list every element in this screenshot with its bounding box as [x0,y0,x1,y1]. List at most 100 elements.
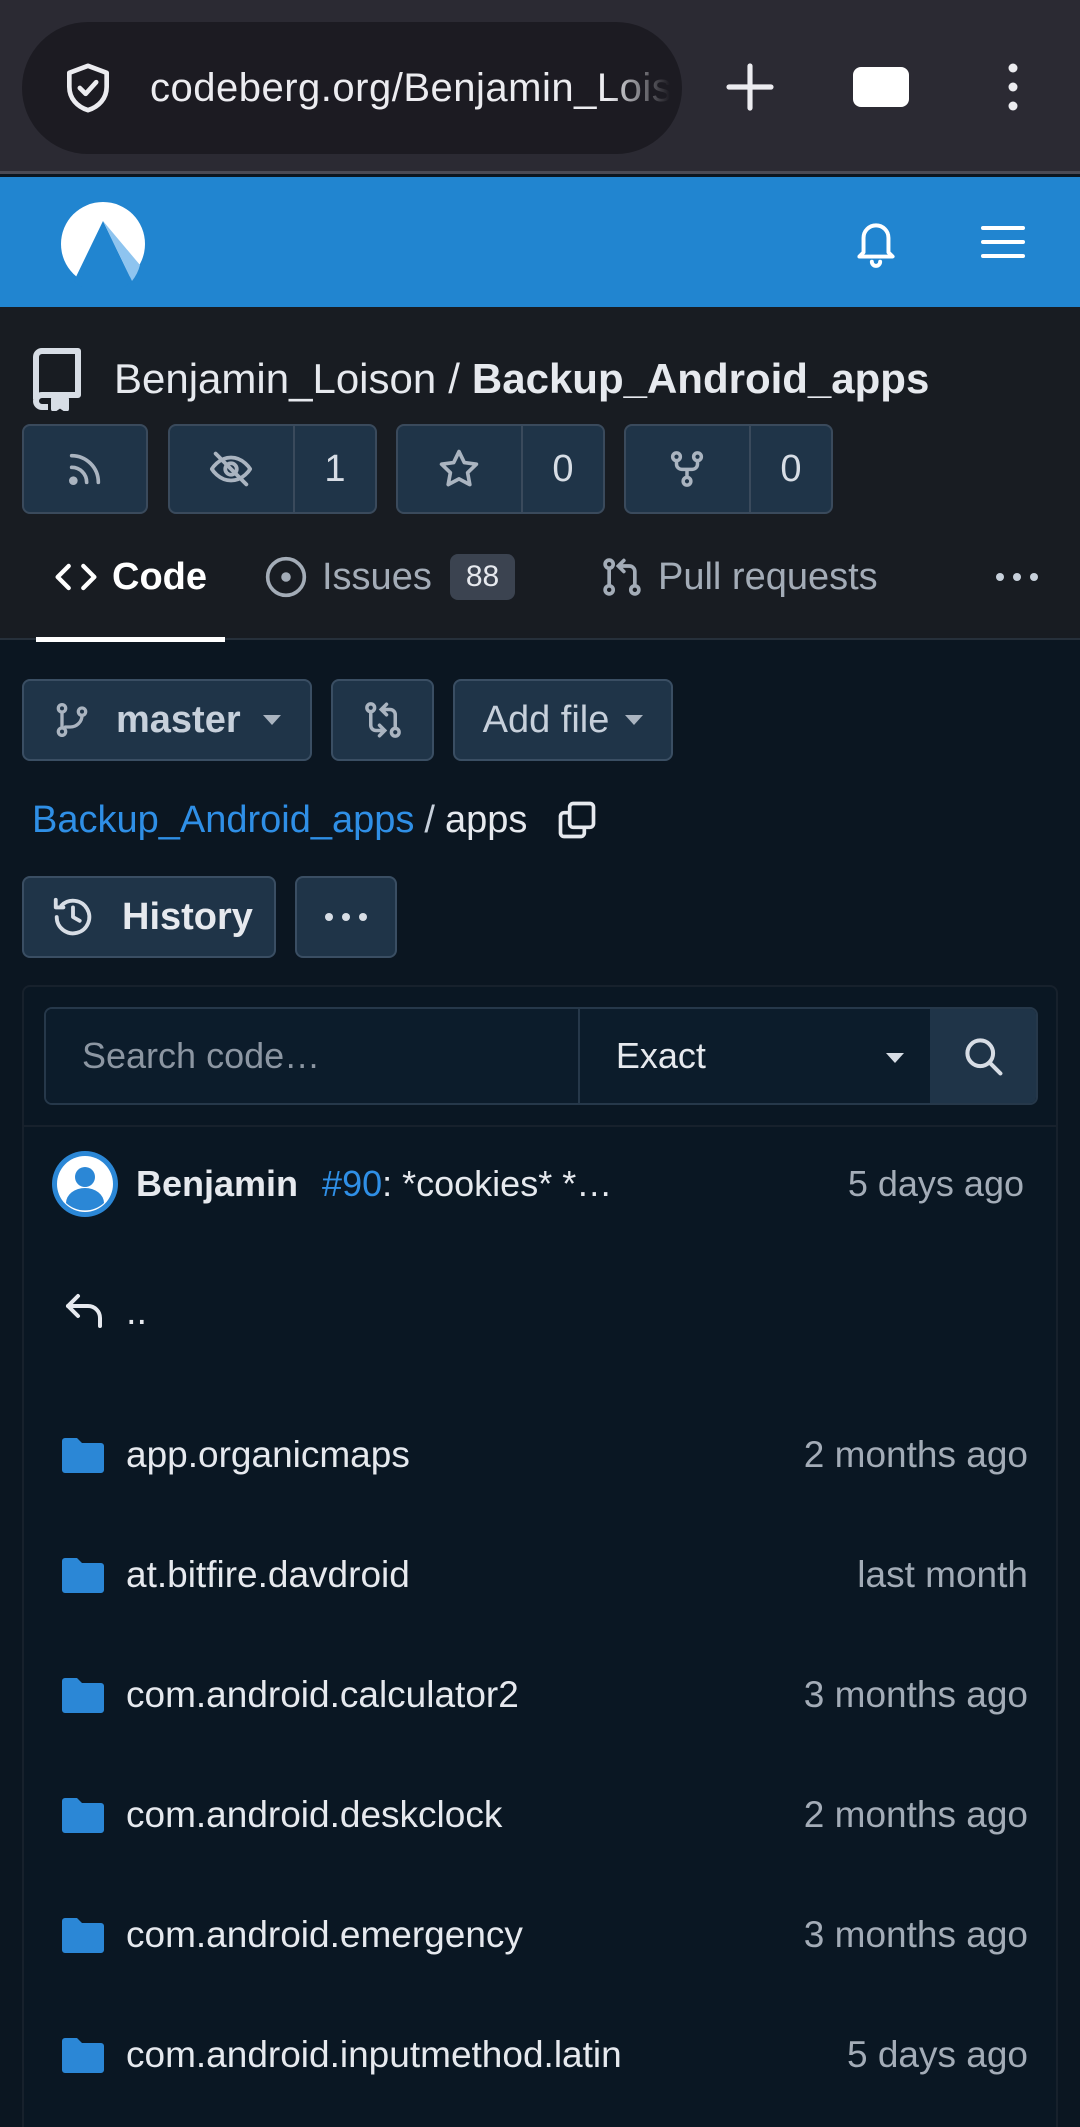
file-time: 2 months ago [803,1434,1028,1475]
file-time: last month [857,1554,1028,1595]
add-file-button[interactable]: Add file [453,679,673,761]
code-search: Exact [44,1007,1038,1105]
repo-name-link[interactable]: Backup_Android_apps [472,355,929,403]
file-row[interactable]: app.organicmaps 2 months ago [60,1420,1028,1490]
branch-icon [56,702,88,737]
fork-icon [671,451,704,487]
file-row[interactable]: com.android.emergency 3 months ago [60,1900,1028,1970]
file-list-panel: Exact Benjamin #90 : *cookies* *… 5 days… [22,985,1058,2127]
file-row[interactable]: com.android.deskclock 2 months ago [60,1780,1028,1850]
tab-pull-requests[interactable]: Pull requests [600,514,878,640]
issue-icon [265,556,307,598]
file-time: 2 months ago [803,1794,1028,1835]
file-name[interactable]: com.android.inputmethod.latin [126,2034,622,2076]
eye-off-icon [210,451,253,487]
rss-feed-button[interactable] [22,424,148,514]
kebab-icon [1008,63,1018,111]
repo-separator: / [448,355,460,402]
url-bar[interactable]: codeberg.org/Benjamin_Loison/Backup_Andr… [22,22,682,154]
file-name[interactable]: com.android.deskclock [126,1794,502,1836]
search-mode-value: Exact [615,1035,706,1076]
folder-icon [62,1678,104,1713]
chevron-down-icon [886,1053,905,1063]
reply-icon [66,1294,102,1328]
tab-code-label: Code [112,555,207,598]
repo-owner-link[interactable]: Benjamin_Loison [114,355,436,403]
breadcrumb-current: apps [444,798,528,841]
more-icon [325,913,367,921]
fork-button[interactable] [626,426,749,512]
stars-count[interactable]: 0 [520,426,603,512]
add-file-label: Add file [482,698,610,741]
search-mode-select[interactable]: Exact [577,1009,931,1103]
codeberg-logo[interactable] [60,201,146,287]
rss-cell [24,426,146,512]
file-time: 3 months ago [803,1914,1028,1955]
pull-request-icon [603,558,641,596]
file-row[interactable]: com.android.inputmethod.latin 5 days ago [60,2020,1028,2090]
history-label: History [122,895,253,938]
forks-count[interactable]: 0 [748,426,831,512]
parent-directory-label: .. [126,1290,148,1333]
tab-code[interactable]: Code [36,514,225,642]
folder-icon [62,1798,104,1833]
star-button[interactable] [398,426,521,512]
commit-ref-link[interactable]: #90 [322,1163,382,1205]
main-menu-button[interactable] [968,207,1038,277]
folder-icon [62,2038,104,2073]
latest-commit: Benjamin #90 : *cookies* *… 5 days ago [52,1149,1024,1219]
tabs-more-button[interactable] [994,514,1040,640]
hamburger-icon [981,226,1025,258]
tab-issues-label: Issues [322,555,432,598]
more-actions-button[interactable] [295,876,397,958]
tabs-button[interactable] [841,47,921,127]
history-button[interactable]: History [22,876,276,958]
parent-directory-link[interactable]: .. [60,1277,147,1347]
url-text[interactable]: codeberg.org/Benjamin_Loison/Backup_Andr… [150,66,670,111]
watch-group: 1 [168,424,377,514]
copy-icon[interactable] [555,798,599,842]
file-time: 3 months ago [803,1674,1028,1715]
history-icon [53,897,92,936]
repo-tabs: Code Issues 88 Pull requests [0,514,1080,642]
breadcrumb: Backup_Android_apps / apps [32,790,599,850]
chevron-down-icon [625,715,644,725]
fork-group: 0 [624,424,833,514]
commit-time: 5 days ago [847,1163,1024,1204]
search-icon [965,1038,1003,1076]
plus-icon [726,63,774,111]
tab-issues[interactable]: Issues 88 [264,514,516,640]
commit-message[interactable]: : *cookies* *… [382,1163,612,1205]
folder-icon [62,1918,104,1953]
file-row[interactable]: at.bitfire.davdroid last month [60,1540,1028,1610]
star-group: 0 [396,424,605,514]
watch-button[interactable] [170,426,293,512]
browser-menu-button[interactable] [973,47,1053,127]
site-header [0,177,1080,307]
branch-name: master [116,698,241,741]
search-button[interactable] [930,1009,1036,1103]
breadcrumb-root-link[interactable]: Backup_Android_apps [32,799,414,842]
tabs-icon [853,67,909,107]
new-tab-button[interactable] [710,47,790,127]
file-row[interactable]: com.android.calculator2 3 months ago [60,1660,1028,1730]
shield-icon[interactable] [60,60,116,116]
watchers-count[interactable]: 1 [292,426,375,512]
notifications-button[interactable] [841,207,911,277]
repo-icon [33,348,81,411]
divider [24,1125,1056,1127]
file-name[interactable]: app.organicmaps [126,1434,410,1476]
commit-author[interactable]: Benjamin [136,1163,298,1205]
file-name[interactable]: com.android.calculator2 [126,1674,519,1716]
branch-selector[interactable]: master [22,679,312,761]
repo-title: Benjamin_Loison / Backup_Android_apps [28,339,929,419]
avatar[interactable] [52,1151,118,1217]
breadcrumb-separator: / [424,798,435,841]
file-name[interactable]: at.bitfire.davdroid [126,1554,410,1596]
code-icon [55,563,97,591]
file-name[interactable]: com.android.emergency [126,1914,523,1956]
issues-count-badge: 88 [449,554,516,600]
search-input[interactable] [46,1009,578,1103]
repo-header: Benjamin_Loison / Backup_Android_apps 1 … [0,307,1080,642]
compare-button[interactable] [331,679,434,761]
